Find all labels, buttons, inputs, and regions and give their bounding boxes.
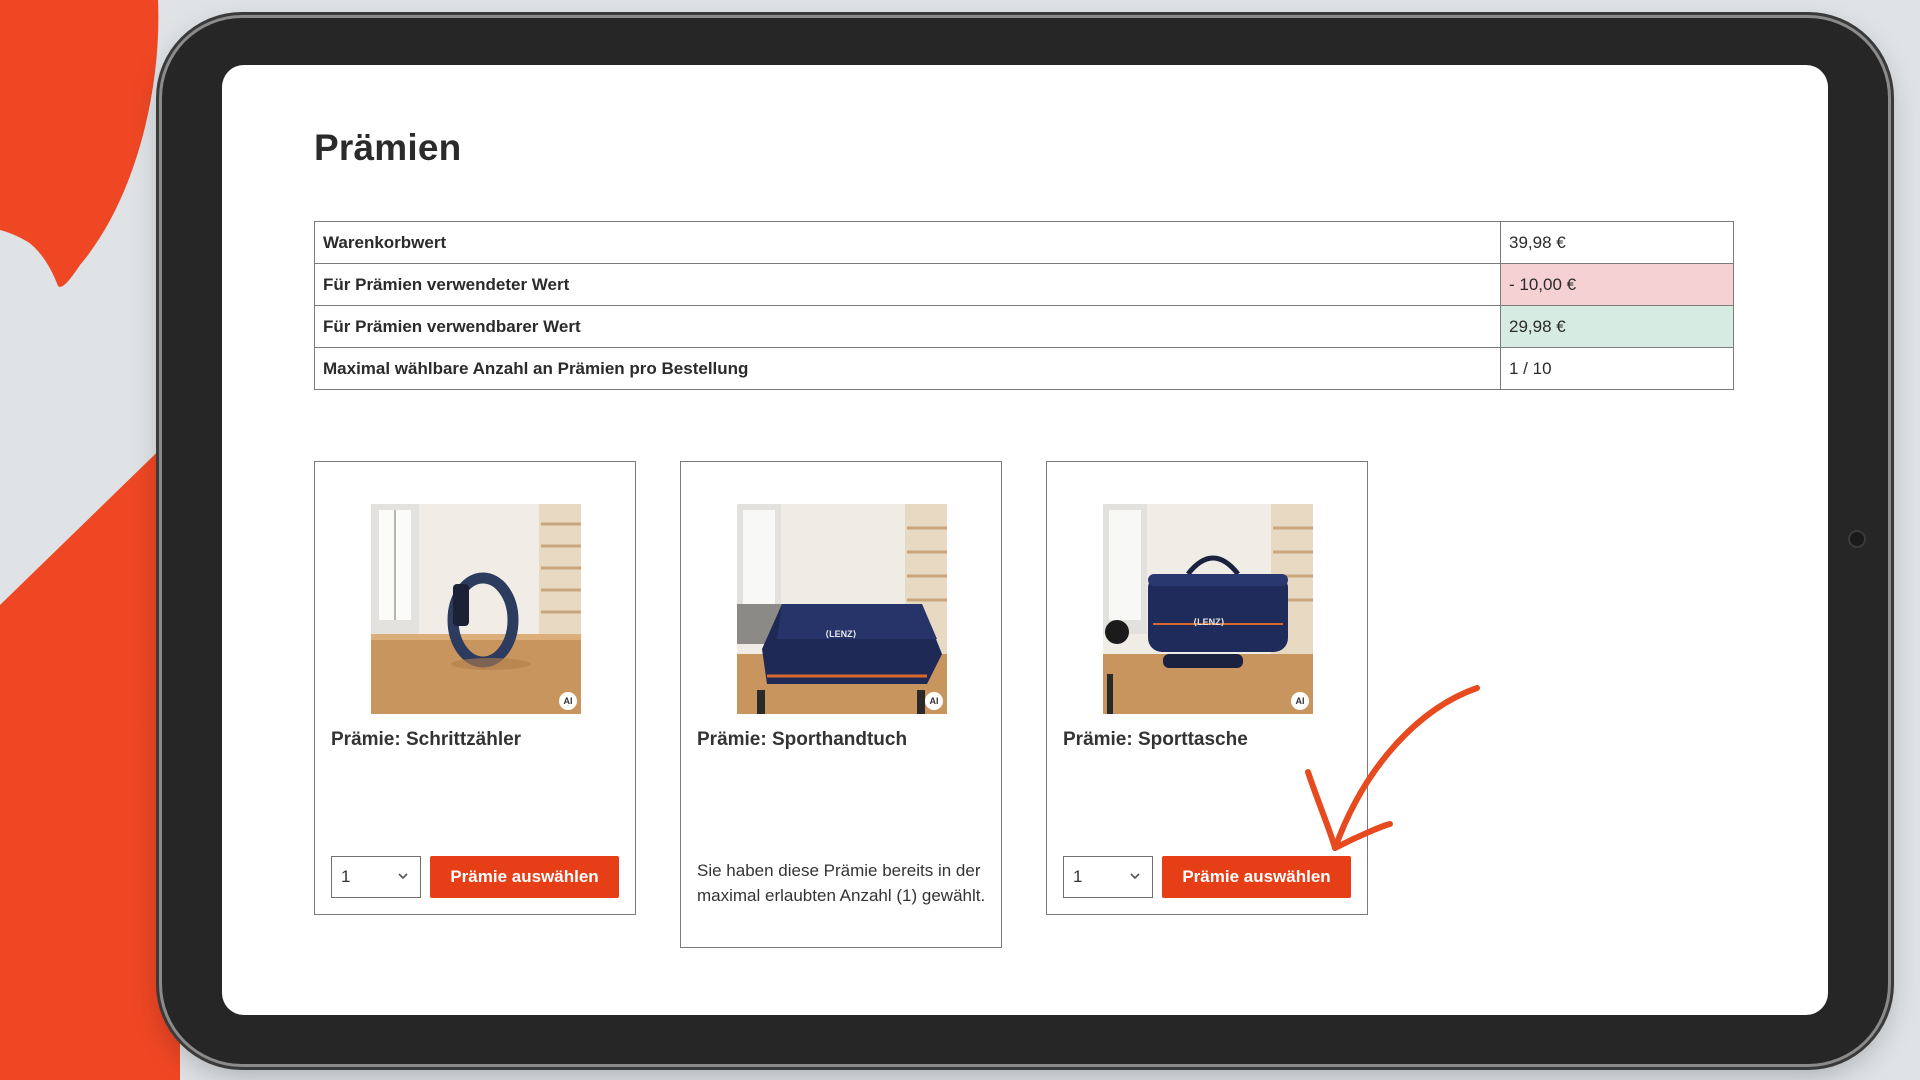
select-reward-button[interactable]: Prämie auswählen (1162, 856, 1351, 898)
fitness-tracker-image: AI (371, 504, 581, 714)
summary-label: Maximal wählbare Anzahl an Prämien pro B… (314, 347, 1501, 390)
towel-logo: ⟨LENZ⟩ (825, 629, 857, 639)
table-row: Maximal wählbare Anzahl an Prämien pro B… (314, 347, 1734, 390)
chevron-down-icon (398, 873, 408, 880)
towel-image: ⟨LENZ⟩ AI (737, 504, 947, 714)
table-row: Für Prämien verwendeter Wert - 10,00 € (314, 263, 1734, 306)
ai-badge: AI (925, 692, 943, 710)
quantity-value: 1 (341, 867, 351, 886)
max-reached-note: Sie haben diese Prämie bereits in der ma… (697, 861, 986, 905)
reward-card-schrittzaehler: AI Prämie: Schrittzähler 1 Prämie auswäh… (314, 461, 636, 915)
arrow-annotation-icon (1305, 685, 1480, 851)
reward-title: Prämie: Sporthandtuch (697, 729, 908, 750)
summary-value: 29,98 € (1500, 305, 1734, 348)
table-row: Für Prämien verwendbarer Wert 29,98 € (314, 305, 1734, 348)
chevron-down-icon (1130, 873, 1140, 880)
sports-bag-image: ⟨LENZ⟩ AI (1103, 504, 1313, 714)
summary-value: - 10,00 € (1500, 263, 1734, 306)
reward-title: Prämie: Sporttasche (1063, 729, 1248, 750)
summary-label: Für Prämien verwendeter Wert (314, 263, 1501, 306)
table-row: Warenkorbwert 39,98 € (314, 221, 1734, 264)
bag-logo: ⟨LENZ⟩ (1193, 617, 1225, 627)
ai-badge: AI (559, 692, 577, 710)
summary-value: 1 / 10 (1500, 347, 1734, 390)
summary-label: Für Prämien verwendbarer Wert (314, 305, 1501, 348)
quantity-select[interactable]: 1 (331, 856, 421, 898)
quantity-select[interactable]: 1 (1063, 856, 1153, 898)
summary-table: Warenkorbwert 39,98 € Für Prämien verwen… (314, 221, 1734, 390)
select-reward-button[interactable]: Prämie auswählen (430, 856, 619, 898)
summary-value: 39,98 € (1500, 221, 1734, 264)
camera-icon (1848, 530, 1866, 548)
summary-label: Warenkorbwert (314, 221, 1501, 264)
orange-blob-shape (0, 0, 159, 287)
reward-title: Prämie: Schrittzähler (331, 729, 522, 750)
quantity-value: 1 (1073, 867, 1083, 886)
page-title: Prämien (314, 127, 462, 168)
reward-card-sporthandtuch: ⟨LENZ⟩ AI Prämie: Sporthandtuch Sie habe… (680, 461, 1002, 948)
tablet-screen: Prämien Warenkorbwert 39,98 € Für Prämie… (222, 65, 1828, 1015)
